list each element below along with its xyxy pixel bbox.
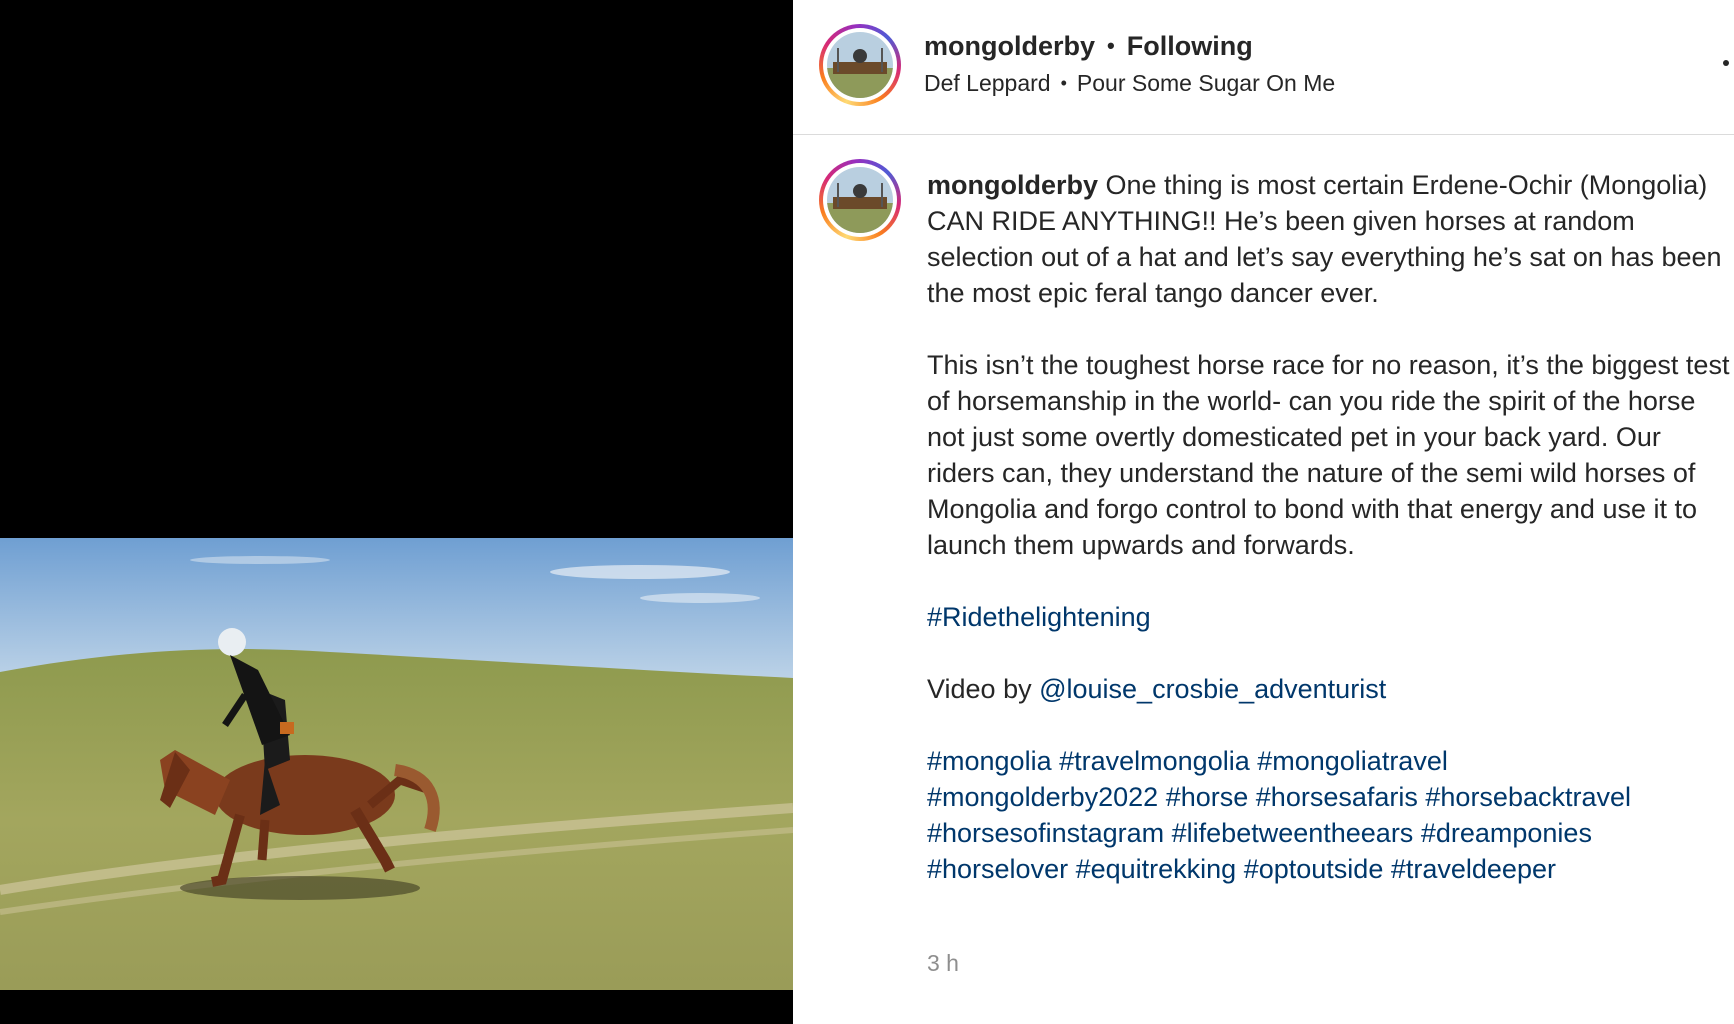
- hashtag-link[interactable]: #mongolia: [927, 746, 1052, 776]
- music-separator: •: [1060, 72, 1067, 93]
- caption-paragraph-1: mongolderby One thing is most certain Er…: [927, 167, 1732, 311]
- hashtag-link[interactable]: #horselover: [927, 854, 1068, 884]
- header-separator: •: [1107, 33, 1115, 58]
- header-user-line: mongolderby • Following: [924, 28, 1253, 64]
- mention-link[interactable]: @louise_crosbie_adventurist: [1039, 674, 1386, 704]
- avatar-image: [827, 167, 893, 233]
- more-options-icon[interactable]: [1723, 60, 1729, 66]
- post-caption: mongolderby One thing is most certain Er…: [927, 167, 1732, 887]
- profile-avatar[interactable]: [819, 24, 901, 106]
- hashtag-link[interactable]: #mongoliatravel: [1257, 746, 1448, 776]
- hashtag-link[interactable]: #horsesafaris: [1256, 782, 1418, 812]
- hashtag-link[interactable]: #lifebetweentheears: [1172, 818, 1414, 848]
- post-media-video[interactable]: [0, 0, 793, 1024]
- hashtag-link[interactable]: #equitrekking: [1076, 854, 1237, 884]
- caption-username[interactable]: mongolderby: [927, 170, 1098, 200]
- hashtag-link[interactable]: #horsebacktravel: [1425, 782, 1631, 812]
- video-credit-prefix: Video by: [927, 674, 1040, 704]
- post-side-panel: mongolderby • Following Def Leppard • Po…: [793, 0, 1734, 1024]
- avatar-image: [827, 32, 893, 98]
- header-username[interactable]: mongolderby: [924, 31, 1095, 62]
- video-frame: [0, 0, 793, 990]
- hashtag-link[interactable]: #traveldeeper: [1391, 854, 1556, 884]
- hashtag-link[interactable]: #dreamponies: [1421, 818, 1592, 848]
- hashtag-link[interactable]: #horse: [1166, 782, 1249, 812]
- following-button[interactable]: Following: [1127, 31, 1253, 62]
- caption-paragraph-2: This isn’t the toughest horse race for n…: [927, 350, 1730, 560]
- hashtag-link[interactable]: #optoutside: [1244, 854, 1384, 884]
- music-title[interactable]: Pour Some Sugar On Me: [1077, 70, 1335, 97]
- post-header: mongolderby • Following Def Leppard • Po…: [793, 0, 1734, 135]
- hashtag-link[interactable]: #mongolderby2022: [927, 782, 1158, 812]
- hashtag-link[interactable]: #travelmongolia: [1059, 746, 1250, 776]
- music-info[interactable]: Def Leppard • Pour Some Sugar On Me: [924, 68, 1335, 98]
- caption-avatar[interactable]: [819, 159, 901, 241]
- hashtag-list: #mongolia #travelmongolia #mongoliatrave…: [927, 743, 1732, 887]
- music-artist[interactable]: Def Leppard: [924, 70, 1051, 97]
- caption-hashtag-line: #Ridethelightening: [927, 599, 1732, 635]
- hashtag-link[interactable]: #Ridethelightening: [927, 602, 1151, 632]
- hashtag-link[interactable]: #horsesofinstagram: [927, 818, 1164, 848]
- video-credit-line: Video by @louise_crosbie_adventurist: [927, 671, 1732, 707]
- post-timestamp[interactable]: 3 h: [927, 950, 959, 977]
